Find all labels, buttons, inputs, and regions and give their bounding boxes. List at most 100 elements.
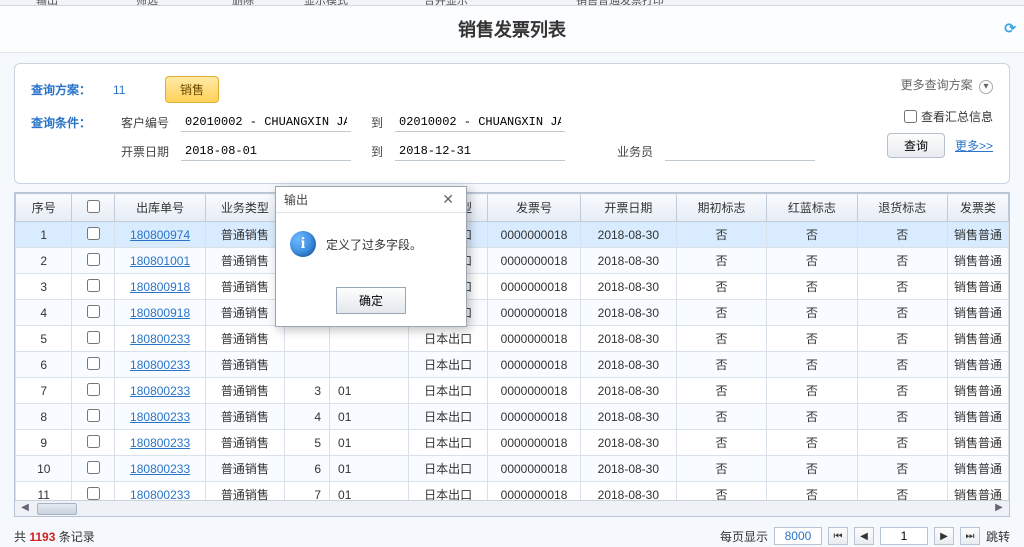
table-row[interactable]: 9180800233普通销售501日本出口00000000182018-08-3… — [16, 430, 1009, 456]
cell-c1: 4 — [284, 404, 329, 430]
cell-outno[interactable]: 180800233 — [115, 456, 205, 482]
cell-rbflag: 否 — [767, 222, 857, 248]
cell-check[interactable] — [72, 248, 115, 274]
row-checkbox[interactable] — [87, 487, 100, 500]
customer-to-input[interactable] — [395, 113, 565, 132]
cell-retflag: 否 — [857, 482, 947, 503]
cell-inv: 0000000018 — [488, 456, 581, 482]
cell-outno[interactable]: 180800918 — [115, 300, 205, 326]
row-checkbox[interactable] — [87, 331, 100, 344]
col-initflag[interactable]: 期初标志 — [676, 194, 766, 222]
cell-check[interactable] — [72, 482, 115, 503]
col-outno[interactable]: 出库单号 — [115, 194, 205, 222]
dialog-titlebar[interactable]: 输出 ✕ — [276, 187, 466, 213]
cell-outno[interactable]: 180800974 — [115, 222, 205, 248]
row-checkbox[interactable] — [87, 435, 100, 448]
cell-c1: 7 — [284, 482, 329, 503]
cell-check[interactable] — [72, 430, 115, 456]
row-checkbox[interactable] — [87, 383, 100, 396]
customer-from-input[interactable] — [181, 113, 351, 132]
cell-check[interactable] — [72, 326, 115, 352]
more-query-plans[interactable]: 更多查询方案 ▾ — [901, 76, 993, 94]
cell-outno[interactable]: 180800233 — [115, 482, 205, 503]
cell-outno[interactable]: 180800233 — [115, 378, 205, 404]
cell-initflag: 否 — [676, 456, 766, 482]
cell-seq: 8 — [16, 404, 72, 430]
first-page-button[interactable]: ⏮ — [828, 527, 848, 545]
date-to-input[interactable] — [395, 142, 565, 161]
cell-ftype: 销售普通 — [947, 300, 1008, 326]
plan-sales-button[interactable]: 销售 — [165, 76, 219, 103]
row-checkbox[interactable] — [87, 279, 100, 292]
row-checkbox[interactable] — [87, 357, 100, 370]
table-row[interactable]: 2180801001普通销售日本出口00000000182018-08-30否否… — [16, 248, 1009, 274]
col-biztype[interactable]: 业务类型 — [205, 194, 284, 222]
cell-seq: 5 — [16, 326, 72, 352]
cell-seq: 3 — [16, 274, 72, 300]
row-checkbox[interactable] — [87, 409, 100, 422]
cell-outno[interactable]: 180800233 — [115, 404, 205, 430]
cell-retflag: 否 — [857, 456, 947, 482]
refresh-icon[interactable]: ⟳ — [1004, 20, 1016, 37]
col-seq[interactable]: 序号 — [16, 194, 72, 222]
last-page-button[interactable]: ⏭ — [960, 527, 980, 545]
row-checkbox[interactable] — [87, 461, 100, 474]
cell-check[interactable] — [72, 378, 115, 404]
cell-check[interactable] — [72, 222, 115, 248]
cell-outno[interactable]: 180801001 — [115, 248, 205, 274]
table-row[interactable]: 10180800233普通销售601日本出口00000000182018-08-… — [16, 456, 1009, 482]
table-row[interactable]: 3180800918普通销售日本出口00000000182018-08-30否否… — [16, 274, 1009, 300]
cell-retflag: 否 — [857, 274, 947, 300]
table-row[interactable]: 1180800974普通销售日本出口00000000182018-08-30否否… — [16, 222, 1009, 248]
table-row[interactable]: 6180800233普通销售日本出口00000000182018-08-30否否… — [16, 352, 1009, 378]
date-from-input[interactable] — [181, 142, 351, 161]
pager: 每页显示 ⏮ ◀ ▶ ⏭ 跳转 — [720, 527, 1010, 545]
row-checkbox[interactable] — [87, 305, 100, 318]
col-invdate[interactable]: 开票日期 — [580, 194, 676, 222]
cell-check[interactable] — [72, 274, 115, 300]
cell-biz: 普通销售 — [205, 378, 284, 404]
current-page-input[interactable] — [880, 527, 928, 545]
scroll-right-icon[interactable]: ▶ — [991, 502, 1007, 516]
scroll-thumb[interactable] — [37, 503, 77, 515]
col-retflag[interactable]: 退货标志 — [857, 194, 947, 222]
ok-button[interactable]: 确定 — [336, 287, 406, 314]
horizontal-scrollbar[interactable]: ◀ ▶ — [15, 500, 1009, 516]
salesperson-input[interactable] — [665, 142, 815, 161]
cell-outno[interactable]: 180800233 — [115, 326, 205, 352]
cell-check[interactable] — [72, 404, 115, 430]
cell-check[interactable] — [72, 352, 115, 378]
cell-check[interactable] — [72, 456, 115, 482]
view-summary-checkbox[interactable] — [904, 110, 917, 123]
cell-check[interactable] — [72, 300, 115, 326]
next-page-button[interactable]: ▶ — [934, 527, 954, 545]
col-check[interactable] — [72, 194, 115, 222]
table-row[interactable]: 8180800233普通销售401日本出口00000000182018-08-3… — [16, 404, 1009, 430]
row-checkbox[interactable] — [87, 253, 100, 266]
cell-outno[interactable]: 180800233 — [115, 430, 205, 456]
close-icon[interactable]: ✕ — [438, 191, 458, 208]
query-button[interactable]: 查询 — [887, 133, 945, 158]
row-checkbox[interactable] — [87, 227, 100, 240]
cell-ftype: 销售普通 — [947, 378, 1008, 404]
cell-ftype: 销售普通 — [947, 352, 1008, 378]
prev-page-button[interactable]: ◀ — [854, 527, 874, 545]
pagesize-input[interactable] — [774, 527, 822, 545]
table-row[interactable]: 5180800233普通销售日本出口00000000182018-08-30否否… — [16, 326, 1009, 352]
cell-seq: 2 — [16, 248, 72, 274]
scroll-left-icon[interactable]: ◀ — [17, 502, 33, 516]
table-row[interactable]: 4180800918普通销售日本出口00000000182018-08-30否否… — [16, 300, 1009, 326]
page-title-text: 销售发票列表 — [458, 20, 566, 40]
cell-outno[interactable]: 180800233 — [115, 352, 205, 378]
col-invno[interactable]: 发票号 — [488, 194, 581, 222]
col-ftype[interactable]: 发票类 — [947, 194, 1008, 222]
more-conditions-link[interactable]: 更多>> — [955, 137, 993, 154]
select-all-checkbox[interactable] — [87, 200, 100, 213]
query-plan-label: 查询方案： — [31, 81, 101, 98]
view-summary-checkbox-row[interactable]: 查看汇总信息 — [904, 108, 993, 125]
cell-sale: 日本出口 — [409, 430, 488, 456]
col-rbflag[interactable]: 红蓝标志 — [767, 194, 857, 222]
table-row[interactable]: 11180800233普通销售701日本出口00000000182018-08-… — [16, 482, 1009, 503]
table-row[interactable]: 7180800233普通销售301日本出口00000000182018-08-3… — [16, 378, 1009, 404]
cell-outno[interactable]: 180800918 — [115, 274, 205, 300]
